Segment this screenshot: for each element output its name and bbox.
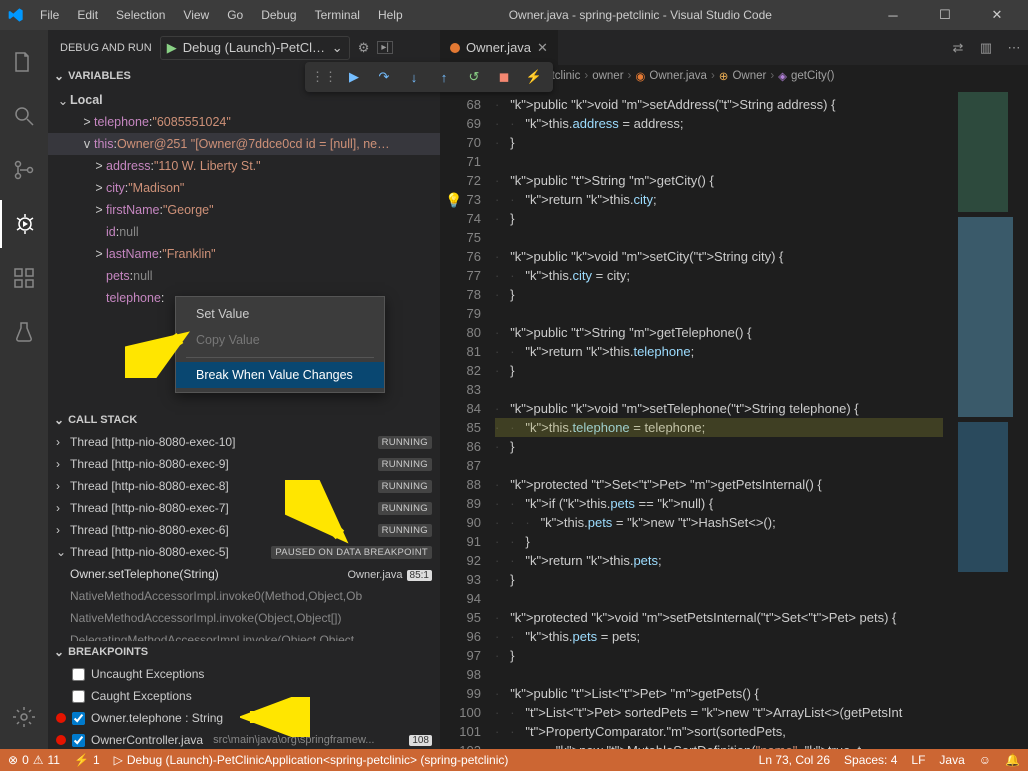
debug-run-label: DEBUG AND RUN (60, 42, 152, 54)
breakpoint-checkbox[interactable] (72, 712, 85, 725)
breakpoint-dot-icon (56, 735, 66, 745)
menu-terminal[interactable]: Terminal (307, 4, 368, 26)
step-over-button[interactable]: ↷ (371, 64, 397, 90)
status-launch[interactable]: ▷Debug (Launch)-PetClinicApplication<spr… (114, 753, 509, 767)
debug-toolbar[interactable]: ⋮⋮ ▶ ↷ ↓ ↑ ↺ ◼ ⚡ (305, 62, 553, 92)
java-file-icon (450, 43, 460, 53)
variable-row[interactable]: vthis: Owner@251 "[Owner@7ddce0cd id = [… (48, 133, 440, 155)
breakpoint-row[interactable]: Caught Exceptions (48, 685, 440, 707)
close-icon[interactable]: ✕ (537, 40, 548, 56)
menu-view[interactable]: View (175, 4, 217, 26)
breakpoint-checkbox[interactable] (72, 734, 85, 747)
thread-row[interactable]: ⌄Thread [http-nio-8080-exec-5]PAUSED ON … (48, 541, 440, 563)
stack-frame-row[interactable]: Owner.setTelephone(String)Owner.java85:1 (48, 563, 440, 585)
window-title: Owner.java - spring-petclinic - Visual S… (411, 8, 870, 22)
status-problems[interactable]: ⊗0⚠11 (8, 753, 60, 767)
status-bell-icon[interactable]: 🔔 (1005, 753, 1020, 767)
step-into-button[interactable]: ↓ (401, 64, 427, 90)
tab-label: Owner.java (466, 40, 531, 55)
breakpoints-header[interactable]: ⌄BREAKPOINTS (48, 641, 440, 663)
breakpoint-checkbox[interactable] (72, 690, 85, 703)
variable-row[interactable]: >telephone: "6085551024" (48, 111, 440, 133)
variable-row[interactable]: pets: null (48, 265, 440, 287)
maximize-button[interactable]: ☐ (922, 0, 968, 30)
menu-help[interactable]: Help (370, 4, 411, 26)
explorer-icon[interactable] (0, 38, 48, 86)
vscode-logo-icon (8, 7, 24, 23)
thread-row[interactable]: ›Thread [http-nio-8080-exec-9]RUNNING (48, 453, 440, 475)
variable-row[interactable]: id: null (48, 221, 440, 243)
debug-icon[interactable] (0, 200, 48, 248)
thread-row[interactable]: ›Thread [http-nio-8080-exec-7]RUNNING (48, 497, 440, 519)
status-lang[interactable]: Java (939, 753, 964, 767)
breakpoint-row[interactable]: Owner.telephone : String (48, 707, 440, 729)
ctx-break-value-changes[interactable]: Break When Value Changes (176, 362, 384, 388)
status-port[interactable]: ⚡1 (74, 753, 100, 767)
callstack-pane: ›Thread [http-nio-8080-exec-10]RUNNING›T… (48, 431, 440, 641)
settings-icon[interactable] (0, 693, 48, 741)
extensions-icon[interactable] (0, 254, 48, 302)
menu-go[interactable]: Go (219, 4, 251, 26)
editor-tab-owner[interactable]: Owner.java ✕ (440, 30, 559, 65)
ctx-set-value[interactable]: Set Value (176, 301, 384, 327)
breakpoint-row[interactable]: OwnerController.javasrc\main\java\org\sp… (48, 729, 440, 749)
status-eol[interactable]: LF (911, 753, 925, 767)
minimize-button[interactable]: ─ (870, 0, 916, 30)
callstack-header[interactable]: ⌄CALL STACK (48, 409, 440, 431)
test-icon[interactable] (0, 308, 48, 356)
scope-local[interactable]: ⌄Local (48, 89, 440, 111)
gear-icon[interactable]: ⚙ (358, 40, 370, 56)
title-bar: File Edit Selection View Go Debug Termin… (0, 0, 1028, 30)
stack-frame-row[interactable]: NativeMethodAccessorImpl.invoke(Object,O… (48, 607, 440, 629)
breakpoint-checkbox[interactable] (72, 668, 85, 681)
variable-row[interactable]: >firstName: "George" (48, 199, 440, 221)
continue-button[interactable]: ▶ (341, 64, 367, 90)
thread-row[interactable]: ›Thread [http-nio-8080-exec-8]RUNNING (48, 475, 440, 497)
compare-icon[interactable]: ⇄ (944, 40, 972, 56)
close-button[interactable]: ✕ (974, 0, 1020, 30)
search-icon[interactable] (0, 92, 48, 140)
code-editor[interactable]: 6869707172737475767778798081828384858687… (440, 87, 1028, 749)
breakpoint-row[interactable]: Uncaught Exceptions (48, 663, 440, 685)
editor-tab-bar: Owner.java ✕ ⇄ ▥ ⋯ (440, 30, 1028, 65)
breakpoint-dot-icon (56, 713, 66, 723)
status-feedback-icon[interactable]: ☺ (979, 753, 991, 767)
restart-button[interactable]: ↺ (461, 64, 487, 90)
menu-bar: File Edit Selection View Go Debug Termin… (32, 4, 411, 26)
status-bar: ⊗0⚠11 ⚡1 ▷Debug (Launch)-PetClinicApplic… (0, 749, 1028, 771)
activity-bar (0, 30, 48, 749)
debug-config-name: Debug (Launch)-PetClinicA (183, 40, 326, 55)
variable-row[interactable]: >address: "110 W. Liberty St." (48, 155, 440, 177)
debug-console-icon[interactable]: ▸| (377, 41, 393, 54)
variable-row[interactable]: >lastName: "Franklin" (48, 243, 440, 265)
lightbulb-icon[interactable]: 💡 (445, 191, 462, 210)
variable-context-menu: Set Value Copy Value Break When Value Ch… (175, 296, 385, 393)
thread-row[interactable]: ›Thread [http-nio-8080-exec-10]RUNNING (48, 431, 440, 453)
debug-run-bar: DEBUG AND RUN ▶ Debug (Launch)-PetClinic… (48, 30, 440, 65)
more-icon[interactable]: ⋯ (1000, 40, 1028, 56)
status-cursor[interactable]: Ln 73, Col 26 (759, 753, 830, 767)
debug-config-dropdown[interactable]: ▶ Debug (Launch)-PetClinicA ⌄ (160, 36, 350, 60)
step-out-button[interactable]: ↑ (431, 64, 457, 90)
grip-icon[interactable]: ⋮⋮ (311, 64, 337, 90)
editor-area: Owner.java ✕ ⇄ ▥ ⋯ work› samples› petcli… (440, 30, 1028, 749)
variable-row[interactable]: >city: "Madison" (48, 177, 440, 199)
play-icon: ▶ (167, 40, 177, 56)
ctx-copy-value: Copy Value (176, 327, 384, 353)
menu-edit[interactable]: Edit (69, 4, 106, 26)
minimap[interactable] (953, 87, 1028, 749)
menu-debug[interactable]: Debug (253, 4, 304, 26)
split-icon[interactable]: ▥ (972, 40, 1000, 56)
stack-frame-row[interactable]: NativeMethodAccessorImpl.invoke0(Method,… (48, 585, 440, 607)
menu-file[interactable]: File (32, 4, 67, 26)
status-spaces[interactable]: Spaces: 4 (844, 753, 897, 767)
thread-row[interactable]: ›Thread [http-nio-8080-exec-6]RUNNING (48, 519, 440, 541)
chevron-down-icon: ⌄ (332, 40, 343, 56)
hot-reload-button[interactable]: ⚡ (521, 64, 547, 90)
stop-button[interactable]: ◼ (491, 64, 517, 90)
stack-frame-row[interactable]: DelegatingMethodAccessorImpl.invoke(Obje… (48, 629, 440, 641)
menu-selection[interactable]: Selection (108, 4, 173, 26)
scm-icon[interactable] (0, 146, 48, 194)
breakpoints-pane: Uncaught ExceptionsCaught ExceptionsOwne… (48, 663, 440, 749)
